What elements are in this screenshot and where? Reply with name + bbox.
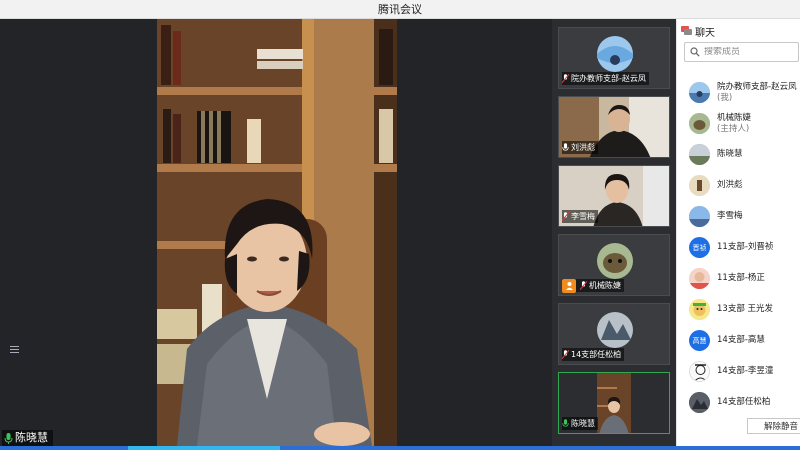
avatar: [689, 175, 710, 196]
avatar: [689, 392, 710, 413]
avatar: [689, 268, 710, 289]
member-list: 院办教师支部-赵云凤 (我) 机械陈婕 (主持人) 陈晓慧 刘洪彪 李雪梅 晋祯…: [677, 77, 800, 418]
list-item[interactable]: 高慧 14支部-高慧: [677, 325, 800, 356]
tab-chat-label: 聊天: [695, 27, 715, 39]
list-item[interactable]: 14支部-李昱潼: [677, 356, 800, 387]
video-tile[interactable]: 刘洪彪: [558, 96, 670, 158]
participant-video-strip[interactable]: 院办教师支部-赵云凤 刘洪彪 李雪梅 机械陈婕 14支部任松柏 陈晓慧: [552, 19, 676, 446]
mic-icon: [4, 432, 13, 444]
list-item[interactable]: 刘洪彪: [677, 170, 800, 201]
main-speaker-video: [157, 19, 397, 446]
avatar: [689, 113, 710, 134]
mic-muted-icon: [580, 281, 587, 290]
window-title-bar: 腾讯会议: [0, 0, 800, 19]
member-panel: 聊天 院办教师支部-赵云凤 (我) 机械陈婕 (主持人): [676, 19, 800, 446]
list-item[interactable]: 李雪梅: [677, 201, 800, 232]
main-video-area: 陈晓慧: [0, 19, 552, 446]
avatar: [689, 82, 710, 103]
video-tile[interactable]: 14支部任松柏: [558, 303, 670, 365]
avatar: 晋祯: [689, 237, 710, 258]
tile-name-tag: 院办教师支部-赵云凤: [562, 72, 649, 85]
member-search-box[interactable]: [684, 42, 799, 62]
video-tile[interactable]: 李雪梅: [558, 165, 670, 227]
avatar: 高慧: [689, 330, 710, 351]
unmute-all-button[interactable]: 解除静音: [747, 418, 800, 434]
avatar: [689, 299, 710, 320]
tile-name-tag: 机械陈婕: [562, 278, 624, 293]
mic-muted-icon: [562, 212, 569, 221]
window-title: 腾讯会议: [378, 3, 422, 16]
chat-icon: [681, 26, 692, 35]
main-speaker-name: 陈晓慧: [15, 431, 48, 444]
taskbar-strip: [0, 446, 800, 450]
list-item[interactable]: 晋祯 11支部-刘晋祯: [677, 232, 800, 263]
tile-name-tag: 陈晓慧: [562, 417, 598, 430]
avatar: [689, 361, 710, 382]
list-item[interactable]: 14支部任松柏: [677, 387, 800, 418]
tile-name-tag: 刘洪彪: [562, 141, 598, 154]
tile-name-tag: 14支部任松柏: [562, 348, 625, 361]
list-item[interactable]: 13支部 王光发: [677, 294, 800, 325]
tab-chat[interactable]: 聊天: [681, 22, 715, 40]
member-list-toggle-icon[interactable]: [6, 341, 24, 357]
search-icon: [690, 47, 700, 57]
host-badge-icon: [562, 278, 576, 293]
list-item[interactable]: 院办教师支部-赵云凤 (我): [677, 77, 800, 108]
avatar: [689, 206, 710, 227]
video-tile[interactable]: 院办教师支部-赵云凤: [558, 27, 670, 89]
list-item[interactable]: 11支部-杨正: [677, 263, 800, 294]
video-tile[interactable]: 机械陈婕: [558, 234, 670, 296]
speaker-video-frame: [157, 19, 397, 446]
main-speaker-name-tag: 陈晓慧: [2, 430, 53, 446]
avatar: [689, 144, 710, 165]
mic-muted-icon: [562, 350, 569, 359]
tile-name-tag: 李雪梅: [562, 210, 598, 223]
mic-icon: [562, 419, 569, 427]
list-item[interactable]: 机械陈婕 (主持人): [677, 108, 800, 139]
mic-muted-icon: [562, 74, 569, 83]
mic-icon: [562, 143, 569, 151]
member-search-input[interactable]: [704, 47, 794, 57]
list-item[interactable]: 陈晓慧: [677, 139, 800, 170]
video-tile-active[interactable]: 陈晓慧: [558, 372, 670, 434]
